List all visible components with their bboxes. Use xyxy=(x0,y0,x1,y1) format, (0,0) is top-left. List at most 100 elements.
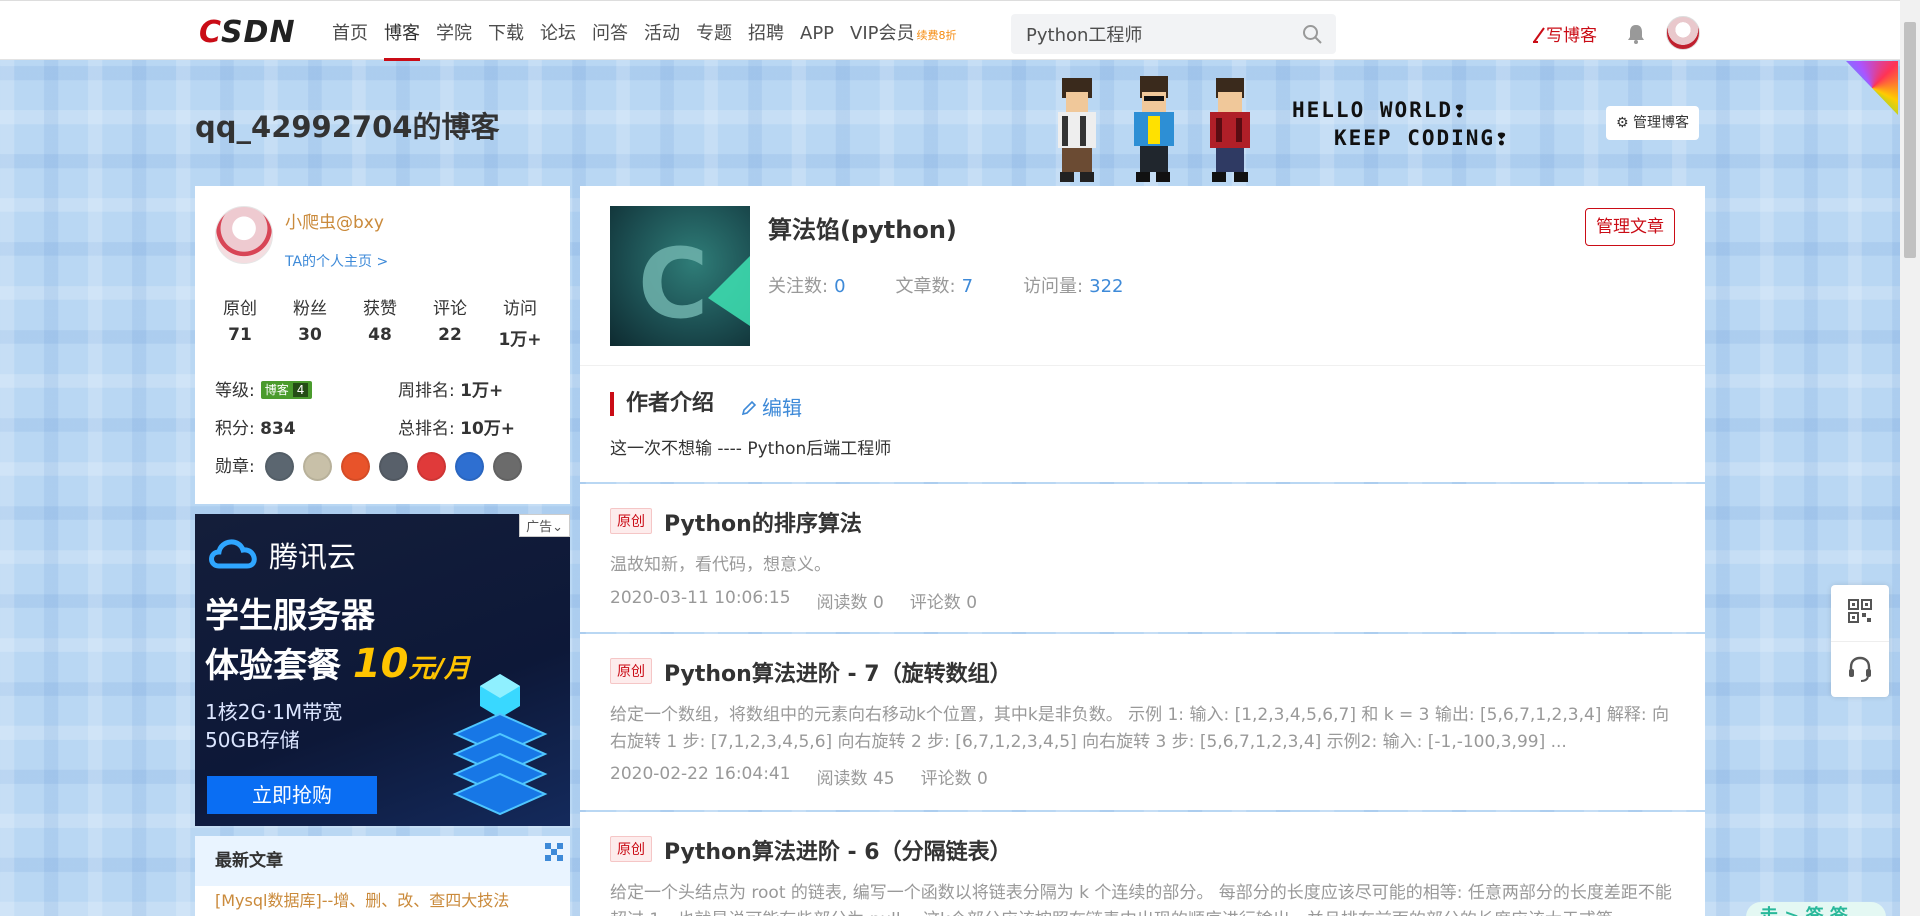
manage-blog-label: 管理博客 xyxy=(1633,115,1690,131)
edit-pencil-icon xyxy=(741,400,757,416)
medals-list xyxy=(265,452,522,481)
follow-label: 关注数: xyxy=(768,276,829,297)
stat-comments[interactable]: 评论 22 xyxy=(415,294,485,350)
manage-blog-button[interactable]: ⚙ 管理博客 xyxy=(1606,106,1700,140)
article-title[interactable]: Python算法进阶 - 6（分隔链表） xyxy=(664,834,1012,866)
profile-name[interactable]: 小爬虫@bxy xyxy=(285,208,384,233)
signin-float-button[interactable]: 走 > 签 签 xyxy=(1746,902,1886,916)
medal-icon[interactable] xyxy=(303,452,332,481)
tencent-cloud-ad[interactable]: 广告⌄ 腾讯云 学生服务器 体验套餐 10元/月 1核2G·1M带宽 50GB存… xyxy=(195,514,570,826)
article-meta: 2020-02-22 16:04:41 阅读数 45 评论数 0 xyxy=(610,764,988,789)
nav-link-jobs[interactable]: 招聘 xyxy=(740,1,792,61)
stat-value: 30 xyxy=(298,325,322,345)
article-summary: 给定一个头结点为 root 的链表, 编写一个函数以将链表分隔为 k 个连续的部… xyxy=(610,883,1672,916)
weekly-rank-row: 周排名: 1万+ xyxy=(398,376,503,401)
corner-skin-toy[interactable] xyxy=(1846,61,1898,115)
nav-link-topics[interactable]: 专题 xyxy=(688,1,740,61)
tencent-cloud-logo-icon xyxy=(209,539,257,569)
nav-link-app[interactable]: APP xyxy=(792,1,842,61)
article-title[interactable]: Python的排序算法 xyxy=(664,506,862,538)
article-date: 2020-03-11 10:06:15 xyxy=(610,588,791,608)
nav-link-forum[interactable]: 论坛 xyxy=(532,1,584,61)
search-box xyxy=(1011,14,1336,54)
blog-title: qq_42992704的博客 xyxy=(195,110,500,144)
cover-letter-graphic: C xyxy=(638,228,709,340)
article-item[interactable]: 原创 Python的排序算法 温故知新，看代码，想意义。 2020-03-11 … xyxy=(580,484,1705,632)
stat-original[interactable]: 原创 71 xyxy=(205,294,275,350)
follow-value: 0 xyxy=(834,276,846,297)
stat-label: 粉丝 xyxy=(293,299,327,319)
level-badge[interactable]: 博客 4 xyxy=(260,381,313,399)
profile-home-link[interactable]: TA的个人主页 > xyxy=(285,251,388,271)
medal-icon[interactable] xyxy=(379,452,408,481)
nav-link-vip[interactable]: VIP会员 续费8折 xyxy=(842,1,964,61)
ad-buy-button[interactable]: 立即抢购 xyxy=(207,776,377,814)
nav-link-download[interactable]: 下载 xyxy=(480,1,532,61)
stat-fans[interactable]: 粉丝 30 xyxy=(275,294,345,350)
points-row: 积分: 834 xyxy=(215,414,296,439)
column-title: 算法馅(python) xyxy=(768,216,957,244)
original-tag: 原创 xyxy=(610,658,652,684)
profile-stats: 原创 71 粉丝 30 获赞 48 评论 22 访问 1万+ xyxy=(205,294,555,350)
level-row: 等级: 博客 4 xyxy=(215,376,313,401)
ad-spec-2: 50GB存储 xyxy=(205,728,300,752)
hello-world-text: HELLO WORLD❢ KEEP CODING❢ xyxy=(1292,96,1510,152)
points-value: 834 xyxy=(260,419,296,439)
nav-links: 首页 博客 学院 下载 论坛 问答 活动 专题 招聘 APP VIP会员 续费8折 xyxy=(324,1,965,61)
user-avatar[interactable] xyxy=(1666,16,1700,50)
gear-icon: ⚙ xyxy=(1616,115,1629,131)
nav-link-events[interactable]: 活动 xyxy=(636,1,688,61)
recent-article-link[interactable]: [Mysql数据库]--增、删、改、查四大技法 xyxy=(195,886,570,916)
medal-icon[interactable] xyxy=(417,452,446,481)
column-cover-image[interactable]: C xyxy=(610,206,750,346)
nav-link-qa[interactable]: 问答 xyxy=(584,1,636,61)
visits-label: 访问量: xyxy=(1023,276,1084,297)
profile-avatar[interactable] xyxy=(215,206,273,264)
stat-visits[interactable]: 访问 1万+ xyxy=(485,294,555,350)
stat-value: 71 xyxy=(228,325,252,345)
article-reads: 阅读数 45 xyxy=(816,769,895,789)
column-visits-stat: 访问量: 322 xyxy=(1023,272,1123,298)
original-tag: 原创 xyxy=(610,836,652,862)
manage-articles-button[interactable]: 管理文章 xyxy=(1585,208,1675,246)
article-reads: 阅读数 0 xyxy=(816,593,884,613)
page-scrollbar[interactable] xyxy=(1900,0,1920,916)
edit-intro-link[interactable]: 编辑 xyxy=(740,392,802,421)
article-item[interactable]: 原创 Python算法进阶 - 6（分隔链表） 给定一个头结点为 root 的链… xyxy=(580,812,1705,916)
ad-price: 10 xyxy=(352,641,409,687)
ad-tag[interactable]: 广告⌄ xyxy=(519,514,570,537)
pen-icon xyxy=(1533,27,1545,43)
search-input[interactable] xyxy=(1011,14,1281,54)
nav-link-academy[interactable]: 学院 xyxy=(428,1,480,61)
nav-link-blog[interactable]: 博客 xyxy=(376,1,428,61)
vip-label: VIP会员 xyxy=(850,23,915,44)
medal-icon[interactable] xyxy=(341,452,370,481)
level-number: 4 xyxy=(292,383,309,397)
stat-likes[interactable]: 获赞 48 xyxy=(345,294,415,350)
column-articles-stat: 文章数: 7 xyxy=(896,272,974,298)
medal-icon[interactable] xyxy=(493,452,522,481)
write-blog-link[interactable]: 写博客 xyxy=(1532,21,1597,46)
search-icon[interactable] xyxy=(1302,24,1322,44)
points-label: 积分: xyxy=(215,419,255,439)
article-title[interactable]: Python算法进阶 - 7（旋转数组） xyxy=(664,656,1012,688)
weekly-rank-label: 周排名: xyxy=(398,381,455,401)
article-summary: 给定一个数组，将数组中的元素向右移动k个位置，其中k是非负数。 示例 1: 输入… xyxy=(610,705,1669,752)
ad-headline-prefix: 体验套餐 xyxy=(205,646,341,686)
qr-code-icon[interactable] xyxy=(1848,599,1872,623)
article-item[interactable]: 原创 Python算法进阶 - 7（旋转数组） 给定一个数组，将数组中的元素向右… xyxy=(580,634,1705,810)
expand-icon[interactable] xyxy=(544,842,564,862)
medal-icon[interactable] xyxy=(455,452,484,481)
medal-icon[interactable] xyxy=(265,452,294,481)
article-comments: 评论数 0 xyxy=(920,769,988,789)
scrollbar-thumb[interactable] xyxy=(1904,22,1916,258)
ad-brand: 腾讯云 xyxy=(269,540,357,574)
author-intro-card: 作者介绍 编辑 这一次不想输 ---- Python后端工程师 xyxy=(580,366,1705,482)
edit-label: 编辑 xyxy=(762,396,802,420)
headset-icon[interactable] xyxy=(1847,655,1873,683)
article-date: 2020-02-22 16:04:41 xyxy=(610,764,791,784)
bell-icon[interactable] xyxy=(1625,23,1647,45)
csdn-logo[interactable]: CSDN xyxy=(199,15,296,50)
recent-articles-card: 最新文章 [Mysql数据库]--增、删、改、查四大技法 xyxy=(195,836,570,916)
nav-link-home[interactable]: 首页 xyxy=(324,1,376,61)
